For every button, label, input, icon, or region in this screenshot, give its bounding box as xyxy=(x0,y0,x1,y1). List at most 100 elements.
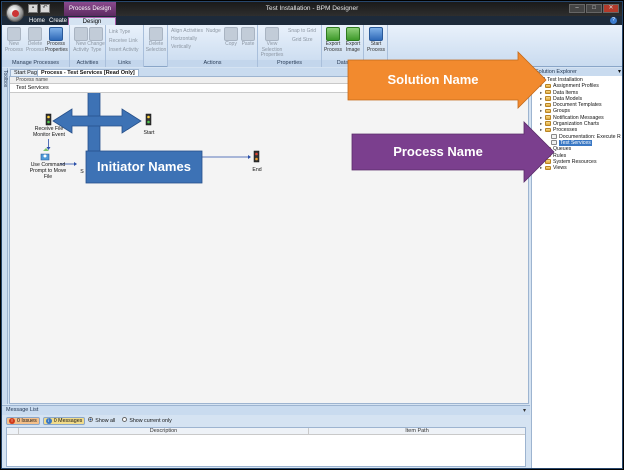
column-header-item-path[interactable]: Item Path xyxy=(309,428,525,435)
tree-item-label: Organization Charts xyxy=(553,121,600,128)
maximize-button[interactable]: □ xyxy=(586,4,602,13)
process-properties-button[interactable]: Process Properties xyxy=(45,27,68,53)
node-label-s: S xyxy=(80,169,84,175)
doc-tab-process[interactable]: Process - Test Services [Read Only] xyxy=(37,69,139,76)
start-process-button[interactable]: Start Process xyxy=(365,27,387,53)
delete-selection-button[interactable]: Delete Selection xyxy=(145,27,167,53)
show-all-label: Show all xyxy=(95,418,116,424)
folder-icon xyxy=(545,89,551,95)
ribbon-group-properties: View Selection Properties Snap to Grid G… xyxy=(258,25,322,67)
group-label-data: Data xyxy=(322,60,363,67)
folder-icon xyxy=(545,159,551,164)
tree-item-label: System Resources xyxy=(553,158,597,165)
show-current-label: Show current only xyxy=(129,418,172,424)
tree-item-label: Data Items xyxy=(553,89,579,96)
paste-button[interactable]: Paste xyxy=(237,27,259,48)
ribbon: New Process Delete Process Process Prope… xyxy=(2,25,622,67)
tab-design[interactable]: Design xyxy=(68,17,116,25)
process-icon xyxy=(551,140,557,145)
column-header-description[interactable]: Description xyxy=(19,428,309,435)
ribbon-group-data: Export Process Export Image Data xyxy=(322,25,364,67)
save-icon[interactable]: ▪ xyxy=(28,4,38,13)
link-receive-to-command[interactable] xyxy=(46,139,51,150)
ribbon-tabs: Home Create Design ? xyxy=(2,16,622,25)
group-label-test: Test xyxy=(364,60,387,67)
node-label-receive-file-monitor-event: Receive File Monitor Event xyxy=(32,126,65,138)
view-selection-properties-button[interactable]: View Selection Properties xyxy=(259,27,285,59)
new-process-icon xyxy=(7,27,21,41)
nudge-label: Nudge xyxy=(206,28,221,34)
minimize-button[interactable]: – xyxy=(569,4,585,13)
node-receive-file-monitor-event-icon[interactable] xyxy=(45,113,52,126)
pin-icon[interactable]: ▾ xyxy=(523,407,526,414)
show-current-radio[interactable]: Show current only xyxy=(122,417,172,424)
undo-icon[interactable]: ↶ xyxy=(40,4,50,13)
issues-filter-button[interactable]: ! 0 Issues xyxy=(6,416,40,425)
export-process-button[interactable]: Export Process xyxy=(322,27,344,53)
tree-item[interactable]: ▸ Views xyxy=(532,165,622,171)
tree-item-label: Data Models xyxy=(553,95,583,102)
node-start-icon[interactable] xyxy=(145,113,152,126)
process-name-callout: Process Name xyxy=(393,144,483,159)
ribbon-group-actions: Align Activities Horizontally Vertically… xyxy=(168,25,258,67)
application-menu-orb[interactable] xyxy=(6,4,24,22)
messages-filter-button[interactable]: i 0 Messages xyxy=(42,416,86,425)
tree-item-label: Test Services xyxy=(559,139,592,146)
delete-selection-label: Delete Selection xyxy=(145,41,167,53)
process-icon xyxy=(551,134,557,139)
app-window: Process Design Test Installation - BPM D… xyxy=(1,1,623,469)
messages-count: 0 Messages xyxy=(53,417,83,424)
solution-explorer-pin-icon[interactable]: ▾ xyxy=(618,68,621,75)
link-type-dropdown[interactable]: Link Type xyxy=(109,29,130,35)
issues-count: 0 Issues xyxy=(17,417,37,424)
change-type-button[interactable]: Change Type xyxy=(85,27,107,53)
delete-process-button[interactable]: Delete Process xyxy=(24,27,46,53)
align-activities-dropdown[interactable]: Align Activities xyxy=(171,28,203,34)
copy-label: Copy xyxy=(225,41,237,47)
tree-item-label: Test Installation xyxy=(547,77,583,83)
process-properties-icon xyxy=(49,27,63,41)
paste-label: Paste xyxy=(241,41,255,47)
node-end-icon[interactable] xyxy=(253,150,260,163)
ribbon-group-links: Link Type Receive Link Insert Activity L… xyxy=(106,25,144,67)
folder-icon xyxy=(545,108,551,114)
tree-item-label: Queues xyxy=(553,146,572,153)
close-button[interactable]: ✕ xyxy=(603,4,619,13)
radio-on-icon xyxy=(88,417,94,422)
folder-icon xyxy=(545,96,551,101)
show-all-radio[interactable]: Show all xyxy=(88,417,115,424)
node-label-end: End xyxy=(252,167,262,173)
group-label-actions: Actions xyxy=(168,60,257,67)
align-horizontally-button[interactable]: Horizontally xyxy=(171,36,197,42)
ribbon-group-test: Start Process Test xyxy=(364,25,388,67)
process-properties-label: Process Properties xyxy=(45,41,68,53)
toolbox-label: Toolbox xyxy=(2,70,8,88)
quick-access-toolbar: ▪ ↶ xyxy=(28,4,50,13)
export-image-button[interactable]: Export Image xyxy=(342,27,364,53)
title-bar: Process Design Test Installation - BPM D… xyxy=(2,2,622,16)
message-list-toolbar: ! 0 Issues i 0 Messages Show all Show cu… xyxy=(2,416,530,425)
snap-to-grid-toggle[interactable]: Snap to Grid xyxy=(288,28,316,34)
window-title: Test Installation - BPM Designer xyxy=(265,5,359,12)
tree-item-label: Processes xyxy=(553,127,578,134)
folder-icon xyxy=(545,152,551,158)
process-canvas[interactable]: Process name Test Services Receive File … xyxy=(9,76,529,404)
paste-icon xyxy=(241,27,255,41)
view-properties-icon xyxy=(265,27,279,41)
new-process-button[interactable]: New Process xyxy=(3,27,25,53)
folder-icon xyxy=(545,83,551,89)
link-to-end[interactable] xyxy=(202,155,251,159)
receive-link-button[interactable]: Receive Link xyxy=(109,38,138,44)
toolbox-strip[interactable]: Toolbox xyxy=(2,68,8,404)
radio-off-icon xyxy=(122,417,128,422)
node-command-prompt-icon[interactable] xyxy=(40,148,50,161)
message-list-title: Message List xyxy=(2,406,530,415)
help-icon[interactable]: ? xyxy=(610,17,617,24)
message-grid: Description Item Path xyxy=(6,427,526,467)
close-document-icon[interactable]: ✕ xyxy=(522,69,527,76)
align-vertically-button[interactable]: Vertically xyxy=(171,44,191,50)
solution-name-callout: Solution Name xyxy=(387,72,479,87)
delete-selection-icon xyxy=(149,27,163,41)
export-image-label: Export Image xyxy=(345,41,361,53)
insert-activity-button[interactable]: Insert Activity xyxy=(109,47,138,53)
